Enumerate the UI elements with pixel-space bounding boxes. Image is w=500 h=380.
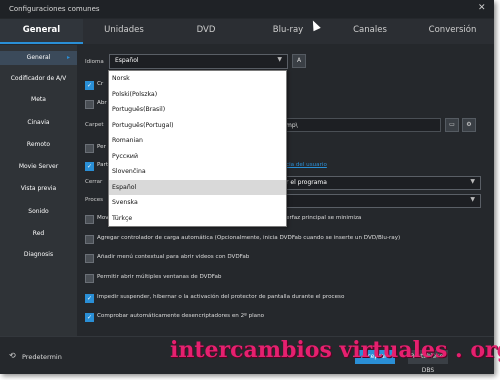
language-selected-value: Español: [115, 57, 139, 64]
language-option-selected[interactable]: Español: [109, 179, 286, 195]
sidebar-item-red[interactable]: Red: [0, 227, 77, 241]
chevron-down-icon: ▼: [470, 178, 475, 185]
checkbox[interactable]: [85, 235, 94, 244]
language-option[interactable]: Svenska: [109, 195, 286, 211]
restore-defaults-button[interactable]: Predetermin: [22, 353, 62, 361]
tab-general[interactable]: General: [0, 19, 83, 42]
language-select[interactable]: Español ▼: [109, 54, 288, 69]
checkbox-label-partial: Mov: [97, 215, 109, 221]
checkbox[interactable]: [85, 274, 94, 283]
prevent-sleep-label: Impedir suspender, hibernar o la activac…: [97, 294, 345, 300]
sidebar: General ▸ Codificador de A/V Meta Cinavi…: [0, 45, 77, 336]
minimize-text: erfaz principal se minimiza: [286, 215, 362, 221]
font-icon[interactable]: A: [292, 54, 306, 68]
language-option[interactable]: Norsk: [109, 71, 286, 87]
sidebar-item-meta[interactable]: Meta: [0, 93, 77, 107]
checkbox-label-partial: Cr: [97, 81, 104, 87]
language-option[interactable]: Romanian: [109, 133, 286, 149]
check-decrypters-label: Comprobar automáticamente desencriptador…: [97, 313, 265, 319]
autoload-label: Agregar controlador de carga automática …: [97, 235, 401, 241]
language-label: Idioma: [85, 59, 104, 65]
gear-icon[interactable]: ⚙: [462, 118, 476, 132]
sidebar-item-general[interactable]: General ▸: [0, 51, 77, 65]
checkbox-label-partial: Abr: [97, 100, 107, 106]
sidebar-item-remoto[interactable]: Remoto: [0, 138, 77, 152]
sidebar-item-diagnosis[interactable]: Diagnosis: [0, 248, 77, 262]
language-dropdown-list: Norsk Polski(Polszka) Português(Brasil) …: [108, 70, 287, 227]
watermark-text: intercambios virtuales . org: [170, 337, 500, 363]
checkbox[interactable]: [85, 100, 94, 109]
checkbox[interactable]: ✓: [85, 162, 94, 171]
tab-canales[interactable]: Canales: [329, 19, 411, 42]
language-option[interactable]: Türkçe: [109, 211, 286, 227]
language-option[interactable]: Slovenčina: [109, 164, 286, 180]
checkbox-label-partial: Part: [97, 162, 109, 168]
sidebar-item-label: General: [26, 54, 51, 61]
process-label: Proces: [85, 197, 103, 203]
close-icon[interactable]: ✕: [478, 3, 486, 13]
tab-conversion[interactable]: Conversión: [411, 19, 494, 42]
temp-folder-path: mp\: [286, 122, 298, 129]
language-option[interactable]: Русский: [109, 149, 286, 165]
sidebar-item-sonido[interactable]: Sonido: [0, 205, 77, 219]
checkbox[interactable]: ✓: [85, 81, 94, 90]
chevron-down-icon: ▼: [277, 56, 282, 63]
sidebar-item-codificador[interactable]: Codificador de A/V: [0, 72, 77, 86]
checkbox[interactable]: ✓: [85, 294, 94, 303]
close-action-label: Cerrar: [85, 179, 103, 185]
tab-unidades[interactable]: Unidades: [83, 19, 165, 42]
sidebar-item-movie-server[interactable]: Movie Server: [0, 160, 77, 174]
checkbox[interactable]: [85, 254, 94, 263]
chevron-down-icon: ▼: [470, 196, 475, 203]
settings-window: Configuraciones comunes ✕ General Unidad…: [0, 0, 494, 374]
active-tab-indicator: [0, 42, 83, 44]
checkbox[interactable]: [85, 144, 94, 153]
folder-label: Carpet: [85, 122, 104, 128]
restore-icon: ⟲: [9, 351, 16, 360]
chevron-right-icon: ▸: [66, 54, 70, 61]
checkbox-label-partial: Per: [97, 144, 106, 150]
context-menu-label: Añadir menú contextual para abrir videos…: [97, 254, 250, 260]
folder-icon[interactable]: ▭: [445, 118, 459, 132]
window-title: Configuraciones comunes: [9, 5, 100, 13]
sidebar-item-cinavia[interactable]: Cinavia: [0, 116, 77, 130]
close-action-value: r el programa: [286, 179, 327, 186]
title-bar: Configuraciones comunes ✕: [0, 0, 494, 18]
user-experience-link[interactable]: cia del usuario: [286, 162, 327, 168]
checkbox[interactable]: ✓: [85, 313, 94, 322]
language-option[interactable]: Português(Portugal): [109, 118, 286, 134]
sidebar-item-vista-previa[interactable]: Vista previa: [0, 182, 77, 196]
language-option[interactable]: Polski(Polszka): [109, 87, 286, 103]
top-tabs: General Unidades DVD Blu-ray Canales Con…: [0, 19, 494, 44]
language-option[interactable]: Português(Brasil): [109, 102, 286, 118]
multi-window-label: Permitir abrir múltiples ventanas de DVD…: [97, 274, 222, 280]
checkbox[interactable]: [85, 215, 94, 224]
tab-dvd[interactable]: DVD: [165, 19, 247, 42]
